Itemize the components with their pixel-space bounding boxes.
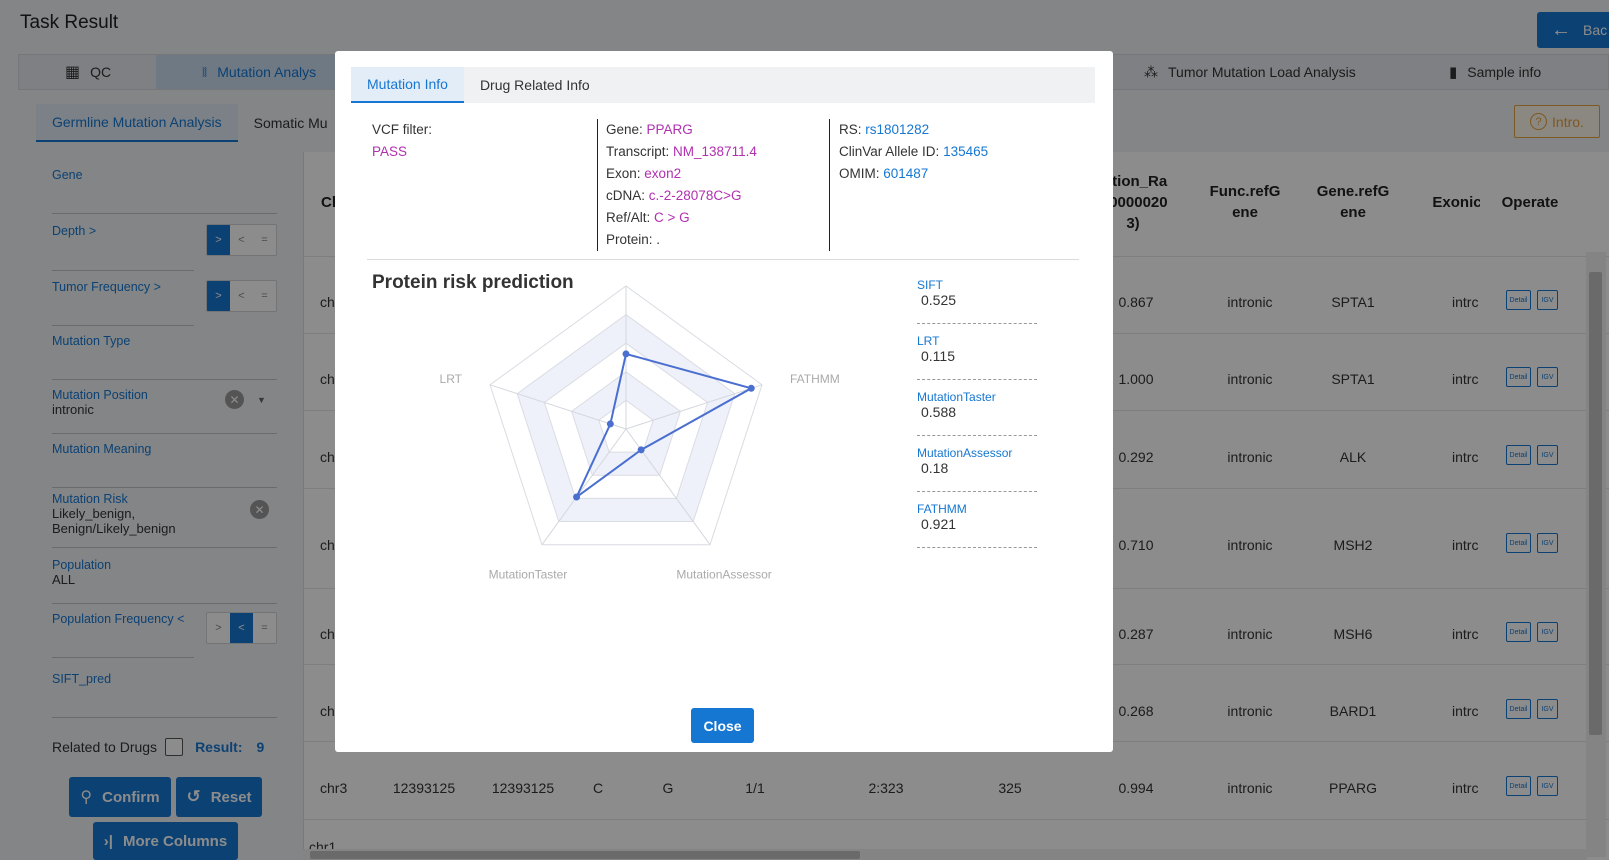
- score-value: 0.525: [921, 292, 957, 308]
- score-name: MutationTaster: [917, 390, 996, 404]
- cdna-label: cDNA:: [606, 188, 646, 203]
- radar-axis-label: MutationAssessor: [676, 568, 771, 582]
- score-name: FATHMM: [917, 502, 967, 516]
- rs-label: RS:: [839, 122, 862, 137]
- score-name: MutationAssessor: [917, 446, 1013, 460]
- clinvar-link[interactable]: 135465: [943, 144, 988, 159]
- transcript-value: NM_138711.4: [673, 144, 757, 159]
- radar-point: [747, 384, 755, 392]
- modal-tabs: Mutation Info Drug Related Info: [351, 67, 1095, 103]
- score-value: 0.18: [921, 460, 949, 476]
- close-button[interactable]: Close: [691, 708, 754, 743]
- radar-chart: SIFTFATHMMMutationAssessorMutationTaster…: [440, 285, 840, 582]
- score-value: 0.921: [921, 516, 957, 532]
- exon-label: Exon:: [606, 166, 641, 181]
- omim-label: OMIM:: [839, 166, 880, 181]
- score-item: LRT 0.115: [917, 334, 1037, 380]
- gene-info: Gene: PPARG Transcript: NM_138711.4 Exon…: [606, 119, 757, 251]
- protein-label: Protein:: [606, 232, 653, 247]
- score-value: 0.115: [921, 348, 955, 364]
- score-item: MutationAssessor 0.18: [917, 446, 1037, 492]
- tab-mutation-info[interactable]: Mutation Info: [351, 67, 464, 103]
- omim-link[interactable]: 601487: [883, 166, 928, 181]
- exon-value: exon2: [644, 166, 682, 181]
- radar-point: [622, 350, 630, 358]
- radar-point: [637, 446, 645, 454]
- vcf-filter-label: VCF filter:: [372, 122, 433, 137]
- radar-point: [573, 493, 581, 501]
- gene-value: PPARG: [646, 122, 693, 137]
- database-info: RS: rs1801282 ClinVar Allele ID: 135465 …: [839, 119, 988, 185]
- refalt-label: Ref/Alt:: [606, 210, 651, 225]
- gene-label: Gene:: [606, 122, 643, 137]
- vcf-filter-value: PASS: [372, 144, 408, 159]
- score-value: 0.588: [921, 404, 957, 420]
- radar-axis-label: LRT: [440, 372, 463, 386]
- score-item: FATHMM 0.921: [917, 502, 1037, 548]
- clinvar-label: ClinVar Allele ID:: [839, 144, 940, 159]
- score-name: LRT: [917, 334, 940, 348]
- tab-drug-related-info[interactable]: Drug Related Info: [464, 67, 606, 103]
- radar-axis-label: MutationTaster: [489, 568, 568, 582]
- cdna-value: c.-2-28078C>G: [648, 188, 742, 203]
- transcript-label: Transcript:: [606, 144, 670, 159]
- mutation-detail-modal: Mutation Info Drug Related Info VCF filt…: [335, 51, 1113, 752]
- score-item: SIFT 0.525: [917, 278, 1037, 324]
- radar-axis-label: FATHMM: [790, 372, 840, 386]
- radar-point: [606, 420, 614, 428]
- score-name: SIFT: [917, 278, 943, 292]
- rs-link[interactable]: rs1801282: [865, 122, 929, 137]
- score-item: MutationTaster 0.588: [917, 390, 1037, 436]
- vcf-info: VCF filter: PASS: [372, 119, 432, 163]
- refalt-value: C > G: [654, 210, 690, 225]
- protein-value: .: [656, 232, 661, 247]
